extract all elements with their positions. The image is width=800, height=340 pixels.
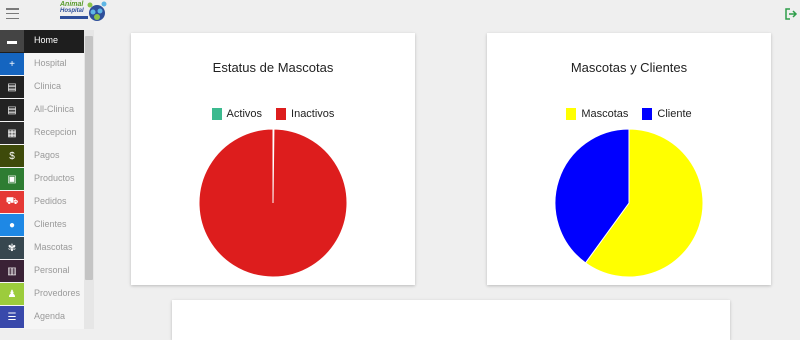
sidebar-item-all-clinica[interactable]: ▤ All-Clinica <box>0 99 94 122</box>
pie-chart-estatus <box>198 128 348 278</box>
paw-icon: ✾ <box>0 237 24 259</box>
box-icon: ▣ <box>0 168 24 190</box>
logout-icon[interactable] <box>784 7 798 21</box>
worker-icon: ♟ <box>0 283 24 305</box>
sidebar: ▬ Home + Hospital ▤ Clinica ▤ All-Clinica ▦ Recep… <box>0 30 94 329</box>
sidebar-item-label: Clinica <box>34 81 62 91</box>
sidebar-item-pedidos[interactable]: ⛟ Pedidos <box>0 191 94 214</box>
dollar-icon: $ <box>0 145 24 167</box>
logo: Animal Hospital <box>58 0 110 26</box>
sidebar-item-label: Recepcion <box>34 127 77 137</box>
sidebar-item-recepcion[interactable]: ▦ Recepcion <box>0 122 94 145</box>
logo-text-hospital: Hospital <box>60 8 84 14</box>
chart-card-mascotas-clientes: Mascotas y Clientes Mascotas Cliente <box>487 33 771 285</box>
sidebar-item-label: Home <box>34 35 59 45</box>
sidebar-item-clientes[interactable]: ● Clientes <box>0 214 94 237</box>
sidebar-item-provedores[interactable]: ♟ Provedores <box>0 283 94 306</box>
cart-icon: ⛟ <box>0 191 24 213</box>
content-card <box>172 300 730 340</box>
logo-text-animal: Animal <box>60 1 84 8</box>
chart-icon: ▥ <box>0 260 24 282</box>
sidebar-item-agenda[interactable]: ☰ Agenda <box>0 306 94 329</box>
agenda-icon: ☰ <box>0 306 24 328</box>
top-bar: Animal Hospital <box>0 0 800 30</box>
sidebar-item-mascotas[interactable]: ✾ Mascotas <box>0 237 94 260</box>
sidebar-item-clinica[interactable]: ▤ Clinica <box>0 76 94 99</box>
sidebar-item-label: Clientes <box>34 219 67 229</box>
sidebar-scrollbar-thumb[interactable] <box>85 36 93 280</box>
sidebar-item-home[interactable]: ▬ Home <box>0 30 94 53</box>
desk-icon: ▦ <box>0 122 24 144</box>
sidebar-item-productos[interactable]: ▣ Productos <box>0 168 94 191</box>
clipboard-icon: ▤ <box>0 76 24 98</box>
sidebar-item-pagos[interactable]: $ Pagos <box>0 145 94 168</box>
sidebar-item-label: Personal <box>34 265 70 275</box>
clipboard-icon: ▤ <box>0 99 24 121</box>
sidebar-item-label: Pagos <box>34 150 60 160</box>
sidebar-item-label: Hospital <box>34 58 67 68</box>
pie-slice-inactivos[interactable] <box>198 128 348 278</box>
sidebar-item-label: Productos <box>34 173 75 183</box>
person-icon: ● <box>0 214 24 236</box>
paw-logo-icon <box>87 1 107 21</box>
pie-chart-mascotas-clientes <box>554 128 704 278</box>
sidebar-item-label: Provedores <box>34 288 81 298</box>
sidebar-item-personal[interactable]: ▥ Personal <box>0 260 94 283</box>
sidebar-item-label: All-Clinica <box>34 104 75 114</box>
home-icon: ▬ <box>0 30 24 52</box>
chart-card-estatus-mascotas: Estatus de Mascotas Activos Inactivos <box>131 33 415 285</box>
sidebar-item-label: Mascotas <box>34 242 73 252</box>
plus-icon: + <box>0 53 24 75</box>
hamburger-menu-icon[interactable] <box>6 8 19 20</box>
sidebar-item-label: Agenda <box>34 311 66 321</box>
sidebar-nav: ▬ Home + Hospital ▤ Clinica ▤ All-Clinica ▦ Recep… <box>0 30 94 329</box>
sidebar-item-label: Pedidos <box>34 196 67 206</box>
sidebar-item-hospital[interactable]: + Hospital <box>0 53 94 76</box>
